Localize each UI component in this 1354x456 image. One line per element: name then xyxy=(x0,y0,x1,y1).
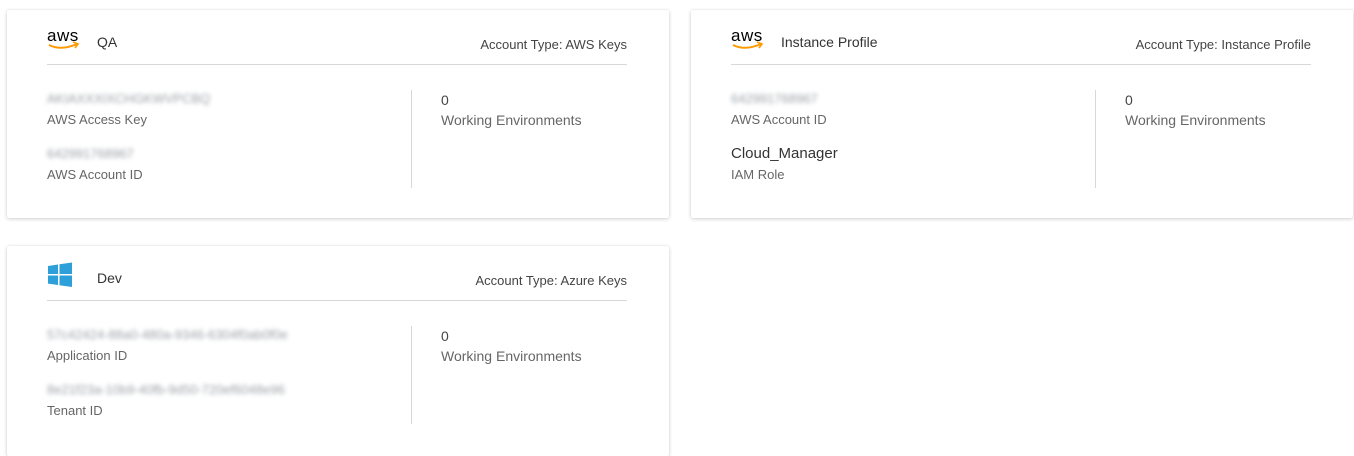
aws-logo-icon: aws xyxy=(731,26,771,52)
aws-logo-icon: aws xyxy=(47,26,87,52)
field-value: AKIAXXXIXCHGKWVPCBQ xyxy=(47,91,211,106)
card-name[interactable]: Instance Profile xyxy=(781,34,878,50)
credential-fields: 642991768967 AWS Account ID Cloud_Manage… xyxy=(731,90,1091,200)
working-environments-stat: 0 Working Environments xyxy=(441,328,582,364)
stat-label: Working Environments xyxy=(1125,112,1266,128)
field-label: AWS Account ID xyxy=(47,167,143,182)
stat-label: Working Environments xyxy=(441,112,582,128)
divider xyxy=(411,90,412,188)
field-label: IAM Role xyxy=(731,167,785,182)
field-value: 642991768967 xyxy=(731,91,818,106)
account-card-instance-profile[interactable]: aws Instance Profile Account Type: Insta… xyxy=(691,10,1353,218)
windows-logo-icon xyxy=(47,262,87,288)
field-application-id: 57c42424-88a0-480a-9346-6304f0ab0f0e App… xyxy=(47,326,407,363)
divider xyxy=(411,326,412,424)
field-value: 642991768967 xyxy=(47,146,134,161)
working-environments-stat: 0 Working Environments xyxy=(1125,92,1266,128)
card-header: Dev Account Type: Azure Keys xyxy=(47,246,627,301)
field-access-key: AKIAXXXIXCHGKWVPCBQ AWS Access Key xyxy=(47,90,407,127)
field-value: Cloud_Manager xyxy=(731,145,838,162)
card-name[interactable]: QA xyxy=(97,34,117,50)
field-tenant-id: 8e21f23a-10b9-40fb-9d50-720ef6048e96 Ten… xyxy=(47,381,407,418)
account-card-qa[interactable]: aws QA Account Type: AWS Keys AKIAXXXIXC… xyxy=(7,10,669,218)
account-card-dev[interactable]: Dev Account Type: Azure Keys 57c42424-88… xyxy=(7,246,669,456)
working-environments-stat: 0 Working Environments xyxy=(441,92,582,128)
account-type: Account Type: Instance Profile xyxy=(1135,37,1311,52)
card-header: aws Instance Profile Account Type: Insta… xyxy=(731,10,1311,65)
divider xyxy=(1095,90,1096,188)
stat-value: 0 xyxy=(441,328,449,344)
field-label: AWS Access Key xyxy=(47,112,147,127)
account-type: Account Type: Azure Keys xyxy=(475,273,627,288)
credential-fields: AKIAXXXIXCHGKWVPCBQ AWS Access Key 64299… xyxy=(47,90,407,200)
field-label: Application ID xyxy=(47,348,128,363)
field-account-id: 642991768967 AWS Account ID xyxy=(47,145,407,182)
card-name[interactable]: Dev xyxy=(97,270,122,286)
field-value: 8e21f23a-10b9-40fb-9d50-720ef6048e96 xyxy=(47,382,285,397)
field-label: Tenant ID xyxy=(47,403,103,418)
field-account-id: 642991768967 AWS Account ID xyxy=(731,90,1091,127)
stat-label: Working Environments xyxy=(441,348,582,364)
card-header: aws QA Account Type: AWS Keys xyxy=(47,10,627,65)
stat-value: 0 xyxy=(441,92,449,108)
field-iam-role: Cloud_Manager IAM Role xyxy=(731,145,1091,182)
stat-value: 0 xyxy=(1125,92,1133,108)
field-label: AWS Account ID xyxy=(731,112,827,127)
field-value: 57c42424-88a0-480a-9346-6304f0ab0f0e xyxy=(47,327,288,342)
credential-fields: 57c42424-88a0-480a-9346-6304f0ab0f0e App… xyxy=(47,326,407,436)
account-type: Account Type: AWS Keys xyxy=(480,37,627,52)
